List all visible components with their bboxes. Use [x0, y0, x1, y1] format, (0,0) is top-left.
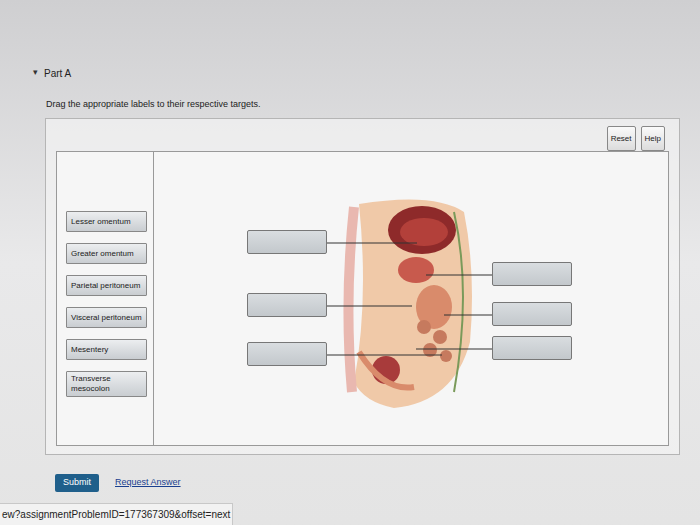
drop-target[interactable] [247, 342, 327, 366]
instruction: Drag the appropriate labels to their res… [46, 98, 680, 110]
drop-target[interactable] [492, 262, 572, 286]
drop-target[interactable] [492, 336, 572, 360]
part-title: Part A [44, 66, 71, 81]
draggable-label[interactable]: Transverse mesocolon [66, 371, 147, 397]
diagram-canvas [154, 152, 668, 445]
drag-panel: Lesser omentum Greater omentum Parietal pe… [56, 151, 669, 446]
label-bank: Lesser omentum Greater omentum Parietal pe… [57, 152, 154, 445]
status-bar: ew?assignmentProblemID=177367309&offset=… [0, 503, 233, 525]
draggable-label[interactable]: Lesser omentum [66, 211, 147, 232]
help-button[interactable]: Help [641, 126, 665, 151]
reset-button[interactable]: Reset [607, 126, 636, 151]
drop-target[interactable] [247, 293, 327, 317]
draggable-label[interactable]: Mesentery [66, 339, 147, 360]
drop-target[interactable] [247, 230, 327, 254]
request-answer-link[interactable]: Request Answer [115, 476, 181, 490]
peritoneum-diagram-icon [154, 152, 666, 445]
drop-target[interactable] [492, 302, 572, 326]
draggable-label[interactable]: Greater omentum [66, 243, 147, 264]
activity-box: ResetHelp Lesser omentum Greater omentum P… [45, 118, 680, 455]
draggable-label[interactable]: Visceral peritoneum [66, 307, 147, 328]
draggable-label[interactable]: Parietal peritoneum [66, 275, 147, 296]
part-header[interactable]: ▾ Part A [33, 66, 680, 80]
collapse-icon[interactable]: ▾ [33, 66, 38, 80]
submit-button[interactable]: Submit [55, 474, 99, 492]
